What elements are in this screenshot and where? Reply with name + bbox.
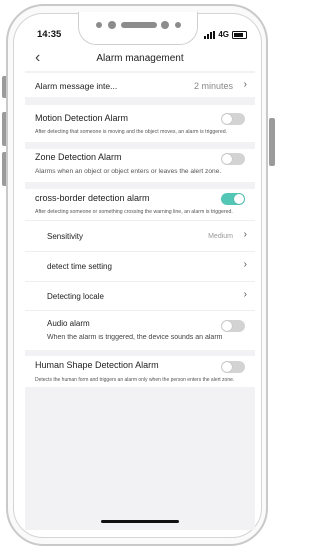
app-screen: 14:35 4G ‹ Alarm management Alarm messag… [25, 25, 255, 530]
chevron-right-icon: › [243, 289, 247, 300]
nav-bar: ‹ Alarm management [25, 47, 255, 71]
cross-border-row: cross-border detection alarm After detec… [25, 189, 255, 220]
human-shape-row: Human Shape Detection Alarm Detects the … [25, 356, 255, 387]
cross-border-title: cross-border detection alarm [35, 193, 150, 203]
section-gap [25, 97, 255, 105]
cross-border-toggle[interactable] [221, 193, 245, 205]
cross-border-description: After detecting someone or something cro… [35, 209, 233, 215]
audio-alarm-description: When the alarm is triggered, the device … [47, 334, 223, 341]
audio-alarm-row: Audio alarm When the alarm is triggered,… [25, 311, 255, 350]
motion-detection-row: Motion Detection Alarm After detecting t… [25, 105, 255, 142]
network-type: 4G [218, 30, 229, 39]
alarm-interval-label: Alarm message inte... [35, 81, 118, 91]
toggle-knob [222, 114, 232, 124]
status-indicators: 4G [204, 30, 247, 39]
detect-locale-label: Detecting locale [47, 292, 104, 301]
section-gap [25, 182, 255, 189]
status-time: 14:35 [37, 29, 62, 40]
motion-detection-toggle[interactable] [221, 113, 245, 125]
section-gap [25, 142, 255, 149]
zone-detection-row: Zone Detection Alarm Alarms when an obje… [25, 149, 255, 182]
audio-alarm-toggle[interactable] [221, 320, 245, 332]
motion-detection-description: After detecting that someone is moving a… [35, 129, 228, 135]
zone-detection-description: Alarms when an object or object enters o… [35, 168, 222, 175]
empty-area [25, 387, 255, 530]
alarm-interval-value: 2 minutes [193, 81, 233, 91]
toggle-knob [222, 362, 232, 372]
audio-alarm-label: Audio alarm [47, 319, 90, 328]
sensitivity-row[interactable]: Sensitivity Medium › [25, 221, 255, 251]
toggle-knob [222, 321, 232, 331]
power-button [269, 118, 275, 166]
battery-icon [232, 30, 247, 39]
zone-detection-toggle[interactable] [221, 153, 245, 165]
chevron-right-icon: › [243, 79, 247, 90]
toggle-knob [222, 154, 232, 164]
signal-icon [204, 30, 216, 39]
human-shape-description: Detects the human form and triggers an a… [35, 377, 235, 383]
chevron-right-icon: › [243, 229, 247, 240]
detect-locale-row[interactable]: Detecting locale › [25, 282, 255, 310]
status-bar: 14:35 4G [25, 25, 255, 45]
human-shape-title: Human Shape Detection Alarm [35, 360, 159, 370]
motion-detection-title: Motion Detection Alarm [35, 113, 129, 123]
detect-time-row[interactable]: detect time setting › [25, 252, 255, 281]
zone-detection-title: Zone Detection Alarm [35, 152, 122, 162]
human-shape-toggle[interactable] [221, 361, 245, 373]
toggle-knob [234, 194, 244, 204]
alarm-interval-row[interactable]: Alarm message inte... 2 minutes › [25, 73, 255, 97]
page-title: Alarm management [96, 53, 184, 64]
sensitivity-value: Medium [208, 233, 233, 240]
chevron-right-icon: › [243, 259, 247, 270]
home-indicator[interactable] [101, 520, 179, 523]
sensitivity-label: Sensitivity [47, 232, 84, 241]
detect-time-label: detect time setting [47, 262, 112, 271]
